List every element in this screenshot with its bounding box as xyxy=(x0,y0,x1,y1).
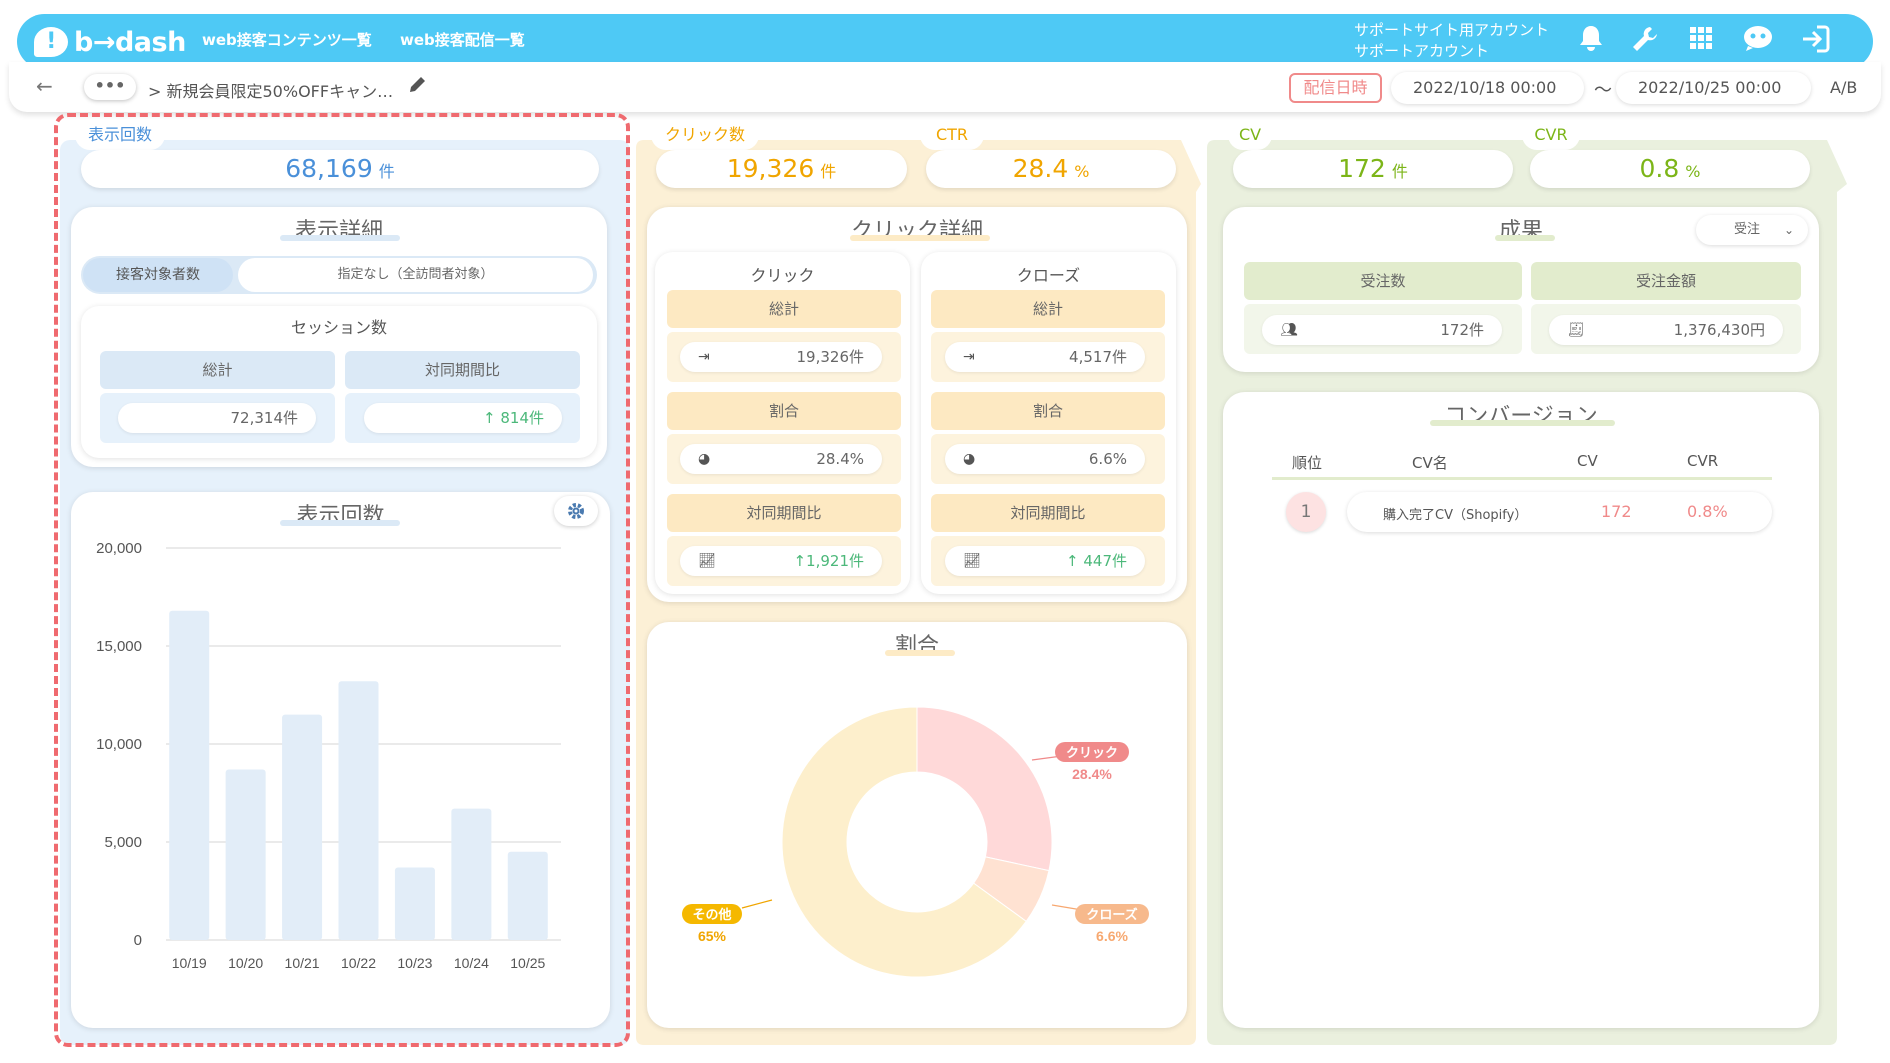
clicks-tag: クリック数 xyxy=(651,120,759,150)
click-total-header: 総計 xyxy=(667,290,901,328)
cv-tag: CV xyxy=(1228,120,1272,150)
conversions-card xyxy=(1223,392,1819,1028)
cv-total: 172 件 xyxy=(1233,150,1513,188)
rank-badge: 1 xyxy=(1286,492,1326,532)
results-dropdown-value: 受注 xyxy=(1734,222,1761,237)
slice-label: その他 xyxy=(692,907,731,923)
ratio-donut-chart: クリック 28.4% クローズ 6.6% その他 65% xyxy=(682,706,1149,978)
wrench-icon[interactable] xyxy=(1627,24,1663,60)
date-range-separator: 〜 xyxy=(1594,80,1612,101)
slice-label: クローズ xyxy=(1086,907,1137,923)
click-total-value: ⇥ 19,326件 xyxy=(680,342,882,372)
amount-value: 🧾︎ 1,376,430円 xyxy=(1549,315,1783,345)
breadcrumb-separator: > xyxy=(148,82,162,101)
click-ratio-header: 割合 xyxy=(667,392,901,430)
account-name: サポートサイト用アカウント xyxy=(1354,21,1550,39)
cv-value: 172 xyxy=(1338,154,1386,183)
slice-label: クリック xyxy=(1066,746,1118,761)
title-underline xyxy=(1430,420,1615,426)
clicks-unit: 件 xyxy=(820,162,837,181)
start-date-field[interactable]: 2022/10/18 00:00 xyxy=(1391,72,1584,104)
clicks-total: 19,326 件 xyxy=(656,150,907,188)
chat-robot-icon[interactable] xyxy=(1740,24,1776,60)
close-ratio-header: 割合 xyxy=(931,392,1165,430)
cvr-unit: % xyxy=(1685,162,1701,181)
logo-text: b→dash xyxy=(74,26,186,58)
slice-leader-line xyxy=(741,899,773,909)
chevron-down-icon: ⌄ xyxy=(1783,223,1794,237)
ctr-unit: % xyxy=(1074,162,1090,181)
account-info[interactable]: サポートサイト用アカウント サポートアカウント xyxy=(1354,20,1549,62)
users-icon: 👥︎ xyxy=(1280,322,1298,338)
close-ratio-value: ◕ 6.6% xyxy=(945,444,1145,474)
col-rank: 順位 xyxy=(1292,454,1323,472)
clicks-value: 19,326 xyxy=(726,154,815,183)
cvr-value: 0.8 xyxy=(1639,154,1680,183)
cv-unit: 件 xyxy=(1391,162,1408,181)
click-yoy-header: 対同期間比 xyxy=(667,494,901,532)
cv-rate: 0.8% xyxy=(1687,502,1728,521)
col-cvr: CVR xyxy=(1687,452,1719,470)
schedule-label: 配信日時 xyxy=(1289,73,1382,103)
pencil-icon[interactable] xyxy=(408,74,428,99)
click-yoy-value: 📈︎ ↑1,921件 xyxy=(680,546,882,576)
bdash-logo[interactable]: ! b→dash xyxy=(34,22,186,62)
ab-test-label[interactable]: A/B xyxy=(1830,78,1857,97)
breadcrumb: > 新規会員限定50%OFFキャン… xyxy=(148,78,393,102)
orders-header: 受注数 xyxy=(1244,262,1522,300)
conversions-table-header: 順位 CV名 CV CVR xyxy=(1272,452,1772,480)
logo-bubble-icon: ! xyxy=(34,27,68,57)
slice-pct: 28.4% xyxy=(1072,766,1112,782)
col-cv-name: CV名 xyxy=(1412,454,1448,472)
click-subcard-title: クリック xyxy=(750,266,815,285)
pie-chart-icon: ◕ xyxy=(963,451,976,467)
highlight-frame xyxy=(54,113,630,1047)
logout-icon[interactable] xyxy=(1797,24,1833,60)
close-yoy-header: 対同期間比 xyxy=(931,494,1165,532)
click-ratio-value: ◕ 28.4% xyxy=(680,444,882,474)
title-underline xyxy=(850,235,990,241)
door-exit-icon: ⇥ xyxy=(963,349,975,365)
trend-chart-icon: 📈︎ xyxy=(698,553,716,569)
nav-content-list[interactable]: web接客コンテンツ一覧 xyxy=(202,29,372,50)
results-dropdown[interactable]: 受注 ⌄ xyxy=(1696,215,1808,245)
breadcrumb-more-button[interactable]: ••• xyxy=(84,74,136,100)
cv-name: 購入完了CV（Shopify） xyxy=(1383,508,1528,523)
end-date-field[interactable]: 2022/10/25 00:00 xyxy=(1616,72,1811,104)
slice-0 xyxy=(916,706,1053,872)
ctr-total: 28.4% xyxy=(926,150,1176,188)
cvr-tag: CVR xyxy=(1522,120,1580,150)
receipt-icon: 🧾︎ xyxy=(1567,322,1585,338)
trend-chart-icon: 📈︎ xyxy=(963,553,981,569)
cv-count: 172 xyxy=(1601,502,1632,521)
arrow-left-icon[interactable]: ← xyxy=(36,74,53,98)
grid-icon[interactable] xyxy=(1683,24,1719,60)
campaign-title[interactable]: 新規会員限定50%OFFキャン… xyxy=(167,82,394,101)
close-subcard-title: クローズ xyxy=(1016,266,1081,285)
slice-pct: 6.6% xyxy=(1096,928,1128,944)
close-yoy-value: 📈︎ ↑ 447件 xyxy=(945,546,1145,576)
account-user: サポートアカウント xyxy=(1354,42,1490,60)
table-row[interactable]: 購入完了CV（Shopify） 172 0.8% xyxy=(1347,492,1772,532)
door-exit-icon: ⇥ xyxy=(698,349,710,365)
pie-chart-icon: ◕ xyxy=(698,451,711,467)
orders-value: 👥︎ 172件 xyxy=(1262,315,1502,345)
title-underline xyxy=(1495,235,1555,241)
bell-icon[interactable] xyxy=(1573,24,1609,60)
col-cv: CV xyxy=(1577,452,1598,470)
ctr-tag: CTR xyxy=(920,120,984,150)
title-underline xyxy=(885,650,955,656)
slice-pct: 65% xyxy=(698,928,727,944)
close-total-value: ⇥ 4,517件 xyxy=(945,342,1145,372)
cvr-total: 0.8% xyxy=(1530,150,1810,188)
ctr-value: 28.4 xyxy=(1012,154,1069,183)
nav-delivery-list[interactable]: web接客配信一覧 xyxy=(400,29,525,50)
amount-header: 受注金額 xyxy=(1531,262,1801,300)
close-total-header: 総計 xyxy=(931,290,1165,328)
